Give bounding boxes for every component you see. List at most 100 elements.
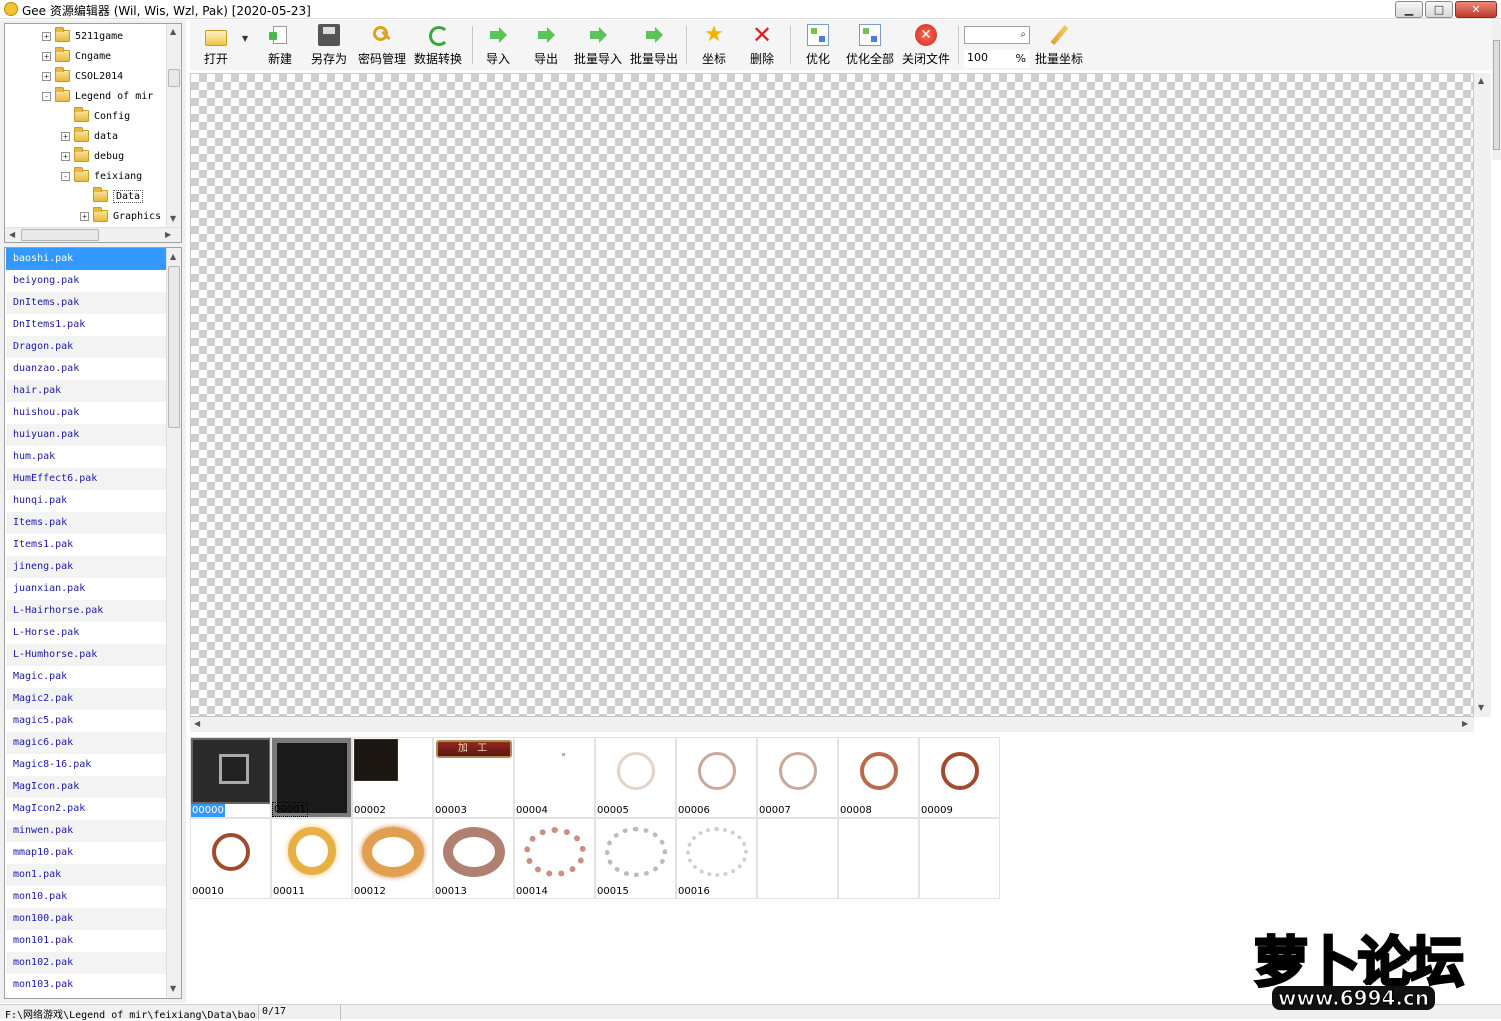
optimize-button[interactable]: 优化 [806,24,830,67]
file-list-item[interactable]: mon101.pak [6,930,166,952]
maximize-button[interactable]: □ [1425,1,1453,18]
file-list-item[interactable]: L-Humhorse.pak [6,644,166,666]
batch-coords-button[interactable]: 批量坐标 [1035,24,1083,67]
thumbnail-cell[interactable]: 00001 [271,737,352,818]
file-list-item[interactable]: juanxian.pak [6,578,166,600]
scroll-up-arrow-icon[interactable]: ▲ [170,252,176,261]
expand-icon[interactable]: + [42,31,51,41]
import-button[interactable]: 导入 [486,24,510,67]
tree-item[interactable]: + Cngame [42,46,111,66]
file-list[interactable]: ▲ ▼ baoshi.pak beiyong.pak DnItems.pak DnIt… [4,247,182,999]
thumbnail-cell[interactable]: 00004 [514,737,595,818]
export-button[interactable]: 导出 [534,24,558,67]
canvas-vertical-scrollbar[interactable]: ▲ ▼ [1474,73,1491,717]
file-list-item[interactable]: DnItems1.pak [6,314,166,336]
tree-item[interactable]: + data [61,126,118,146]
tree-item[interactable]: + debug [61,146,124,166]
tree-item[interactable]: - feixiang [61,166,142,186]
file-list-item[interactable]: mon103.pak [6,974,166,996]
file-list-item[interactable]: MagIcon.pak [6,776,166,798]
file-list-item[interactable]: Dragon.pak [6,336,166,358]
file-list-item[interactable]: Magic.pak [6,666,166,688]
zoom-field[interactable]: 100 % [964,50,1030,68]
file-list-item[interactable]: L-Horse.pak [6,622,166,644]
file-list-item[interactable]: Items.pak [6,512,166,534]
file-list-item[interactable]: mmap10.pak [6,842,166,864]
tree-vertical-scrollbar[interactable]: ▲ ▼ [166,24,181,229]
batch-export-button[interactable]: 批量导出 [630,24,678,67]
thumbnail-cell[interactable]: 00000 [190,737,271,818]
scroll-left-arrow-icon[interactable]: ◀ [194,719,200,728]
optimize-all-button[interactable]: 优化全部 [846,24,894,67]
file-list-item[interactable]: mon10.pak [6,886,166,908]
scroll-down-arrow-icon[interactable]: ▼ [170,214,176,223]
password-manager-button[interactable]: 密码管理 [358,24,406,67]
thumbnail-cell[interactable]: 00002 [352,737,433,818]
tree-item[interactable]: + Graphics [80,206,161,226]
file-list-scroll-thumb[interactable] [168,266,180,428]
tree-item[interactable]: +5211game [42,26,123,46]
scroll-up-arrow-icon[interactable]: ▲ [1478,76,1484,85]
file-list-item[interactable]: magic5.pak [6,710,166,732]
file-list-item[interactable]: MagIcon2.pak [6,798,166,820]
window-scroll-thumb[interactable] [1493,40,1500,150]
file-list-item[interactable]: Magic2.pak [6,688,166,710]
scroll-right-arrow-icon[interactable]: ▶ [1462,719,1468,728]
tree-item[interactable]: Data [80,186,144,206]
file-list-item[interactable]: mon1.pak [6,864,166,886]
batch-import-button[interactable]: 批量导入 [574,24,622,67]
file-list-item[interactable]: Magic8-16.pak [6,754,166,776]
window-scrollbar[interactable] [1492,20,1501,160]
expand-icon[interactable]: + [61,151,70,161]
file-list-scrollbar[interactable]: ▲ ▼ [166,248,181,998]
minimize-button[interactable]: ▁ [1395,1,1423,18]
delete-button[interactable]: ✕ 删除 [750,23,774,67]
thumbnail-cell[interactable]: 00006 [676,737,757,818]
tree-item[interactable]: + CSOL2014 [42,66,123,86]
file-list-item[interactable]: hair.pak [6,380,166,402]
collapse-icon[interactable]: - [42,91,51,101]
thumbnail-cell[interactable]: 00009 [919,737,1000,818]
expand-icon[interactable]: + [42,71,51,81]
file-list-item[interactable]: DnItems.pak [6,292,166,314]
search-input[interactable]: ⌕ [964,26,1030,44]
new-button[interactable]: 新建 [268,24,292,67]
open-button[interactable]: 打开 [204,24,228,67]
thumbnail-cell[interactable]: 00016 [676,818,757,899]
folder-tree[interactable]: ▲ ▼ ◀ ▶ +5211game + Cngame + CSOL2014- Legend… [4,23,182,243]
file-list-item[interactable]: mon100.pak [6,908,166,930]
file-list-item[interactable]: beiyong.pak [6,270,166,292]
data-convert-button[interactable]: 数据转换 [414,24,462,67]
image-preview-canvas[interactable] [190,73,1474,717]
thumbnail-cell[interactable]: 00010 [190,818,271,899]
thumbnail-cell[interactable]: 00013 [433,818,514,899]
file-list-item[interactable]: baoshi.pak [6,248,166,270]
file-list-item[interactable]: huishou.pak [6,402,166,424]
file-list-item[interactable]: mon102.pak [6,952,166,974]
canvas-horizontal-scrollbar[interactable]: ◀ ▶ [190,717,1474,732]
thumbnail-cell[interactable]: 00014 [514,818,595,899]
thumbnail-cell[interactable]: 00015 [595,818,676,899]
scroll-down-arrow-icon[interactable]: ▼ [1478,703,1484,712]
tree-hscroll-thumb[interactable] [21,229,99,241]
tree-item[interactable]: - Legend of mir [42,86,153,106]
thumbnail-cell[interactable]: 00012 [352,818,433,899]
file-list-item[interactable]: L-Hairhorse.pak [6,600,166,622]
file-list-item[interactable]: Items1.pak [6,534,166,556]
tree-item[interactable]: Config [61,106,130,126]
thumbnail-cell[interactable]: 00011 [271,818,352,899]
save-as-button[interactable]: 另存为 [311,24,347,67]
file-list-item[interactable]: duanzao.pak [6,358,166,380]
file-list-item[interactable]: huiyuan.pak [6,424,166,446]
zoom-value[interactable]: 100 [967,51,988,64]
collapse-icon[interactable]: - [61,171,70,181]
file-list-item[interactable]: HumEffect6.pak [6,468,166,490]
expand-icon[interactable]: + [42,51,51,61]
open-dropdown-icon[interactable]: ▼ [242,34,248,43]
close-file-button[interactable]: ✕ 关闭文件 [902,24,950,67]
scroll-down-arrow-icon[interactable]: ▼ [170,984,176,993]
scroll-up-arrow-icon[interactable]: ▲ [170,27,176,36]
file-list-item[interactable]: hum.pak [6,446,166,468]
file-list-item[interactable]: magic6.pak [6,732,166,754]
tree-horizontal-scrollbar[interactable]: ◀ ▶ [5,227,181,242]
